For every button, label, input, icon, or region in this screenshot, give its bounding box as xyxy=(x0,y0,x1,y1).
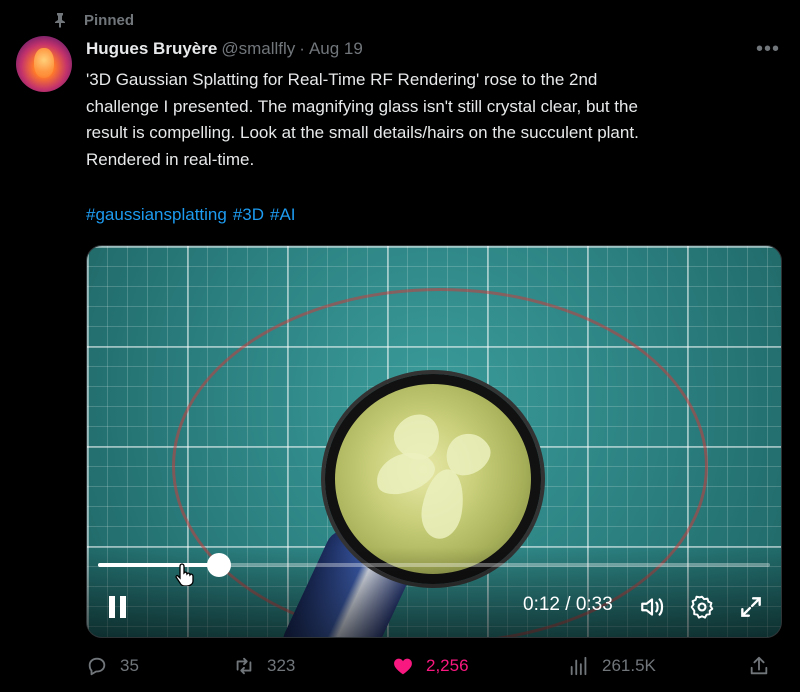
tweet-line: result is compelling. Look at the small … xyxy=(86,123,639,142)
views-button[interactable]: 261.5K xyxy=(568,650,656,682)
tweet-line: challenge I presented. The magnifying gl… xyxy=(86,96,638,116)
video-time: 0:12 / 0:33 xyxy=(523,594,613,615)
reply-button[interactable]: 35 xyxy=(86,650,139,682)
pinned-label: Pinned xyxy=(84,11,135,29)
author-handle[interactable]: @smallfly xyxy=(221,38,295,60)
avatar[interactable] xyxy=(16,36,72,92)
repost-count: 323 xyxy=(267,656,296,675)
repost-icon xyxy=(236,657,252,675)
tweet-actions: 35 323 2,256 261.5K xyxy=(86,650,780,682)
hand-cursor-icon xyxy=(175,563,194,586)
hashtag-link[interactable]: #AI xyxy=(270,205,296,224)
tweet-date[interactable]: Aug 19 xyxy=(309,38,363,60)
controls-shade xyxy=(87,547,781,637)
video-player[interactable]: 0:12 / 0:33 xyxy=(86,245,782,638)
tweet-line: '3D Gaussian Splatting for Real-Time RF … xyxy=(86,70,598,89)
hashtag-link[interactable]: #gaussiansplatting xyxy=(86,205,227,224)
tweet-line: Rendered in real-time. xyxy=(86,149,255,169)
tweet-text: '3D Gaussian Splatting for Real-Time RF … xyxy=(86,67,780,173)
reply-count: 35 xyxy=(120,656,139,675)
separator: · xyxy=(299,39,305,58)
fullscreen-icon[interactable] xyxy=(738,594,764,620)
views-icon xyxy=(570,656,587,676)
hashtag-link[interactable]: #3D xyxy=(233,205,264,224)
reply-icon xyxy=(88,657,106,676)
heart-icon xyxy=(394,658,412,675)
volume-icon[interactable] xyxy=(639,594,665,620)
share-button[interactable] xyxy=(748,650,782,682)
pin-icon xyxy=(55,13,65,28)
more-icon[interactable]: ••• xyxy=(756,38,780,61)
progress-fill xyxy=(98,563,219,567)
author-name[interactable]: Hugues Bruyère xyxy=(86,38,217,60)
video-progress-bar[interactable] xyxy=(98,553,770,577)
pinned-indicator: Pinned xyxy=(52,8,134,32)
like-button[interactable]: 2,256 xyxy=(392,650,469,682)
gear-icon[interactable] xyxy=(689,594,715,620)
hashtags: #gaussiansplatting #3D #AI xyxy=(86,203,302,227)
share-icon xyxy=(750,656,768,675)
repost-button[interactable]: 323 xyxy=(233,650,295,682)
like-count: 2,256 xyxy=(426,656,469,675)
tweet-header: Hugues Bruyère @smallfly · Aug 19 xyxy=(86,38,363,60)
pause-icon[interactable] xyxy=(107,596,127,618)
view-count: 261.5K xyxy=(602,656,656,675)
progress-thumb[interactable] xyxy=(206,553,231,577)
